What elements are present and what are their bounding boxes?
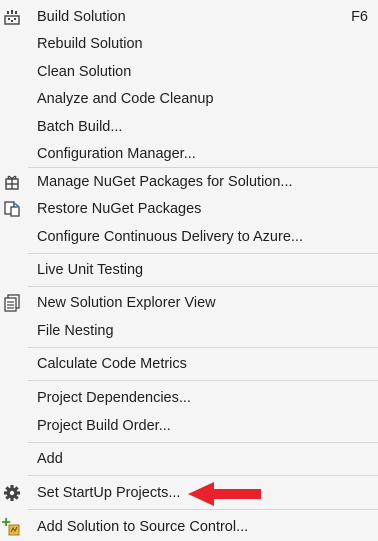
menu-item-label: Batch Build... bbox=[37, 118, 123, 135]
menu-item-label: Manage NuGet Packages for Solution... bbox=[37, 173, 293, 190]
menu-item-label: Configure Continuous Delivery to Azure..… bbox=[37, 228, 303, 245]
menu-item-configure-continuous-delivery[interactable]: Configure Continuous Delivery to Azure..… bbox=[0, 223, 378, 250]
menu-separator bbox=[28, 347, 378, 348]
menu-item-project-build-order[interactable]: Project Build Order... bbox=[0, 412, 378, 439]
menu-item-label: Add Solution to Source Control... bbox=[37, 518, 249, 535]
menu-item-label: Restore NuGet Packages bbox=[37, 200, 202, 217]
solution-context-menu: Build Solution F6 Rebuild Solution Clean… bbox=[0, 0, 378, 541]
add-source-control-icon bbox=[2, 517, 22, 537]
menu-item-new-solution-explorer-view[interactable]: New Solution Explorer View bbox=[0, 289, 378, 316]
menu-item-label: Calculate Code Metrics bbox=[37, 355, 187, 372]
menu-separator bbox=[28, 253, 378, 254]
nuget-package-icon bbox=[2, 172, 22, 192]
menu-item-file-nesting[interactable]: File Nesting bbox=[0, 317, 378, 344]
menu-item-label: Project Dependencies... bbox=[37, 389, 191, 406]
menu-item-analyze-code-cleanup[interactable]: Analyze and Code Cleanup bbox=[0, 85, 378, 112]
menu-item-label: Analyze and Code Cleanup bbox=[37, 90, 214, 107]
menu-item-label: Live Unit Testing bbox=[37, 261, 144, 278]
menu-item-clean-solution[interactable]: Clean Solution bbox=[0, 58, 378, 85]
menu-separator bbox=[28, 380, 378, 381]
shortcut-key: F6 bbox=[351, 8, 368, 25]
menu-item-label: Project Build Order... bbox=[37, 417, 171, 434]
menu-item-label: Set StartUp Projects... bbox=[37, 484, 181, 501]
menu-item-restore-nuget-packages[interactable]: Restore NuGet Packages bbox=[0, 195, 378, 222]
menu-separator bbox=[28, 286, 378, 287]
restore-packages-icon bbox=[2, 199, 22, 219]
menu-separator bbox=[28, 475, 378, 476]
menu-item-calculate-code-metrics[interactable]: Calculate Code Metrics bbox=[0, 350, 378, 377]
menu-item-label: New Solution Explorer View bbox=[37, 294, 216, 311]
menu-item-label: Rebuild Solution bbox=[37, 35, 143, 52]
menu-item-add[interactable]: Add bbox=[0, 445, 378, 472]
menu-item-build-solution[interactable]: Build Solution F6 bbox=[0, 3, 378, 30]
menu-separator bbox=[28, 509, 378, 510]
gear-icon bbox=[2, 483, 22, 503]
menu-item-configuration-manager[interactable]: Configuration Manager... bbox=[0, 140, 378, 167]
annotation-arrow-icon bbox=[188, 482, 261, 506]
menu-item-project-dependencies[interactable]: Project Dependencies... bbox=[0, 384, 378, 411]
build-solution-icon bbox=[2, 7, 22, 27]
menu-item-live-unit-testing[interactable]: Live Unit Testing bbox=[0, 256, 378, 283]
menu-item-batch-build[interactable]: Batch Build... bbox=[0, 113, 378, 140]
menu-item-label: Clean Solution bbox=[37, 63, 132, 80]
menu-separator bbox=[28, 442, 378, 443]
menu-item-manage-nuget-packages[interactable]: Manage NuGet Packages for Solution... bbox=[0, 168, 378, 195]
menu-item-label: Configuration Manager... bbox=[37, 145, 196, 162]
menu-item-label: File Nesting bbox=[37, 322, 114, 339]
menu-item-label: Add bbox=[37, 450, 63, 467]
solution-explorer-icon bbox=[2, 293, 22, 313]
menu-item-add-solution-source-control[interactable]: Add Solution to Source Control... bbox=[0, 513, 378, 540]
menu-item-rebuild-solution[interactable]: Rebuild Solution bbox=[0, 30, 378, 57]
menu-item-label: Build Solution bbox=[37, 8, 126, 25]
